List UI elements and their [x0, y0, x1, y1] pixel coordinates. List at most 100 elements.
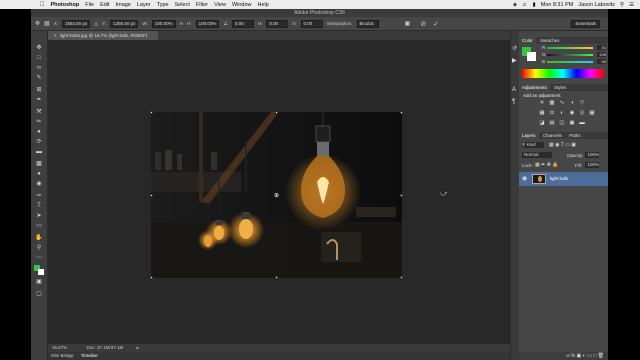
marquee-tool-icon[interactable]: □	[35, 55, 43, 62]
interpolation-select[interactable]: Bicubic	[356, 19, 379, 28]
reference-point-crosshair-icon[interactable]: ⊕	[274, 192, 279, 199]
notification-center-icon[interactable]: ☰	[629, 2, 634, 8]
crop-tool-icon[interactable]: ⊞	[35, 87, 43, 94]
eyedropper-tool-icon[interactable]: ✒	[35, 97, 43, 104]
b-slider[interactable]	[547, 61, 593, 63]
tab-swatches[interactable]: Swatches	[537, 38, 563, 43]
color-spectrum-ramp[interactable]	[522, 69, 604, 78]
document-image[interactable]: ⊕	[150, 111, 403, 279]
transform-handle-right[interactable]	[400, 194, 403, 197]
menu-window[interactable]: Window	[232, 2, 252, 8]
battery-icon[interactable]: ▮	[533, 2, 536, 8]
zoom-tool-icon[interactable]: ⚲	[35, 245, 43, 252]
transform-handle-left[interactable]	[150, 194, 153, 197]
close-document-icon[interactable]: ×	[54, 33, 57, 38]
move-tool-icon[interactable]: ✥	[35, 45, 43, 52]
history-panel-icon[interactable]: ↺	[512, 45, 517, 52]
menu-file[interactable]: File	[85, 2, 94, 8]
photo-filter-icon[interactable]: ◉	[569, 110, 575, 116]
healing-brush-tool-icon[interactable]: ⚒	[35, 109, 43, 116]
gradient-tool-icon[interactable]: ▩	[35, 161, 43, 168]
invert-icon[interactable]: ◪	[539, 120, 545, 126]
new-adjustment-layer-icon[interactable]: ◐	[583, 353, 586, 359]
height-field[interactable]: 100.00%	[195, 19, 220, 28]
levels-icon[interactable]: ▩	[549, 100, 555, 106]
menu-view[interactable]: View	[214, 2, 226, 8]
new-group-icon[interactable]: ▭	[587, 353, 592, 359]
shape-tool-icon[interactable]: ▭	[35, 223, 43, 230]
status-menu-arrow-icon[interactable]: ▸	[137, 345, 139, 350]
hskew-field[interactable]: 0.00	[266, 19, 289, 28]
curves-icon[interactable]: ∿	[559, 100, 565, 106]
delete-layer-icon[interactable]: 🗑	[598, 353, 604, 359]
color-balance-icon[interactable]: ⚖	[549, 110, 555, 116]
dodge-tool-icon[interactable]: ◉	[35, 181, 43, 188]
transform-handle-bottom-right[interactable]	[400, 276, 403, 279]
layer-row[interactable]: ◉ light bulb	[519, 172, 608, 186]
layer-style-icon[interactable]: fx	[571, 353, 575, 359]
exposure-icon[interactable]: ◑	[569, 100, 575, 106]
layer-filter-select[interactable]: ⚲ Kind	[522, 142, 544, 148]
hue-saturation-icon[interactable]: ▦	[539, 110, 545, 116]
path-selection-tool-icon[interactable]: ➤	[35, 213, 43, 220]
blur-tool-icon[interactable]: ●	[35, 171, 43, 178]
brush-tool-icon[interactable]: ✏	[35, 119, 43, 126]
vskew-field[interactable]: 0.00	[300, 19, 323, 28]
tab-adjustments[interactable]: Adjustments	[519, 84, 550, 91]
transform-handle-top-right[interactable]	[400, 111, 403, 114]
tab-paths[interactable]: Paths	[566, 133, 584, 138]
history-brush-tool-icon[interactable]: ⟳	[35, 139, 43, 146]
color-lookup-icon[interactable]: ▦	[589, 110, 595, 116]
document-info[interactable]: Doc: 37.1M/37.1M	[87, 345, 124, 350]
y-field[interactable]: 1256.50 px	[110, 19, 139, 28]
angle-field[interactable]: 0.00	[231, 19, 254, 28]
type-tool-icon[interactable]: T	[35, 203, 43, 210]
g-slider[interactable]	[547, 54, 593, 56]
spotlight-icon[interactable]: ⚲	[620, 2, 624, 8]
new-layer-icon[interactable]: □	[593, 353, 596, 359]
transform-handle-bottom-left[interactable]	[150, 276, 153, 279]
gradient-map-icon[interactable]: ▬	[579, 120, 585, 126]
posterize-icon[interactable]: ▤	[549, 120, 555, 126]
eraser-tool-icon[interactable]: ▬	[35, 149, 43, 156]
width-field[interactable]: 100.00%	[151, 19, 176, 28]
move-tool-options-icon[interactable]: ✥	[35, 20, 40, 27]
transform-handle-bottom[interactable]	[275, 276, 278, 279]
threshold-icon[interactable]: ◫	[559, 120, 565, 126]
link-icon[interactable]: ∞	[180, 21, 184, 27]
menu-filter[interactable]: Filter	[196, 2, 208, 8]
clone-stamp-tool-icon[interactable]: ♠	[35, 129, 43, 136]
tab-color[interactable]: Color	[519, 37, 536, 44]
quick-mask-icon[interactable]: ▣	[35, 279, 43, 286]
tab-timeline[interactable]: Timeline	[81, 353, 98, 358]
workspace-switcher[interactable]: Essentials	[571, 19, 600, 28]
layer-mask-icon[interactable]: ▣	[577, 353, 582, 359]
transform-handle-top-left[interactable]	[150, 111, 153, 114]
color-panel-background-swatch[interactable]	[527, 52, 536, 61]
quick-select-tool-icon[interactable]: ✎	[35, 75, 43, 82]
tab-channels[interactable]: Channels	[540, 133, 565, 138]
screen-mode-icon[interactable]: ▢	[35, 291, 43, 298]
actions-panel-icon[interactable]: ▶	[512, 57, 517, 64]
character-panel-icon[interactable]: A	[512, 87, 516, 93]
menubar-user[interactable]: Jason Labovitz	[578, 2, 615, 8]
x-field[interactable]: 1584.50 px	[61, 19, 91, 28]
brightness-contrast-icon[interactable]: ☀	[539, 100, 545, 106]
hand-tool-icon[interactable]: ✋	[35, 235, 43, 242]
menu-edit[interactable]: Edit	[100, 2, 109, 8]
menu-type[interactable]: Type	[157, 2, 169, 8]
tab-mini-bridge[interactable]: Mini Bridge	[51, 353, 74, 358]
menubar-clock[interactable]: Mon 8:31 PM	[541, 2, 574, 8]
opacity-field[interactable]: 100%	[585, 152, 599, 158]
warp-mode-icon[interactable]: ▣	[405, 20, 411, 27]
menu-layer[interactable]: Layer	[137, 2, 151, 8]
edit-toolbar-icon[interactable]: ⋯	[35, 255, 43, 262]
channel-mixer-icon[interactable]: ◎	[579, 110, 585, 116]
commit-transform-icon[interactable]: ✓	[433, 20, 439, 28]
menu-app-name[interactable]: Photoshop	[51, 2, 80, 8]
black-white-icon[interactable]: ◐	[559, 110, 565, 116]
apple-menu-icon[interactable]: 	[40, 2, 45, 8]
background-color-swatch[interactable]	[38, 269, 44, 275]
lasso-tool-icon[interactable]: ∞	[35, 65, 43, 72]
b-value[interactable]: 66	[597, 59, 606, 64]
